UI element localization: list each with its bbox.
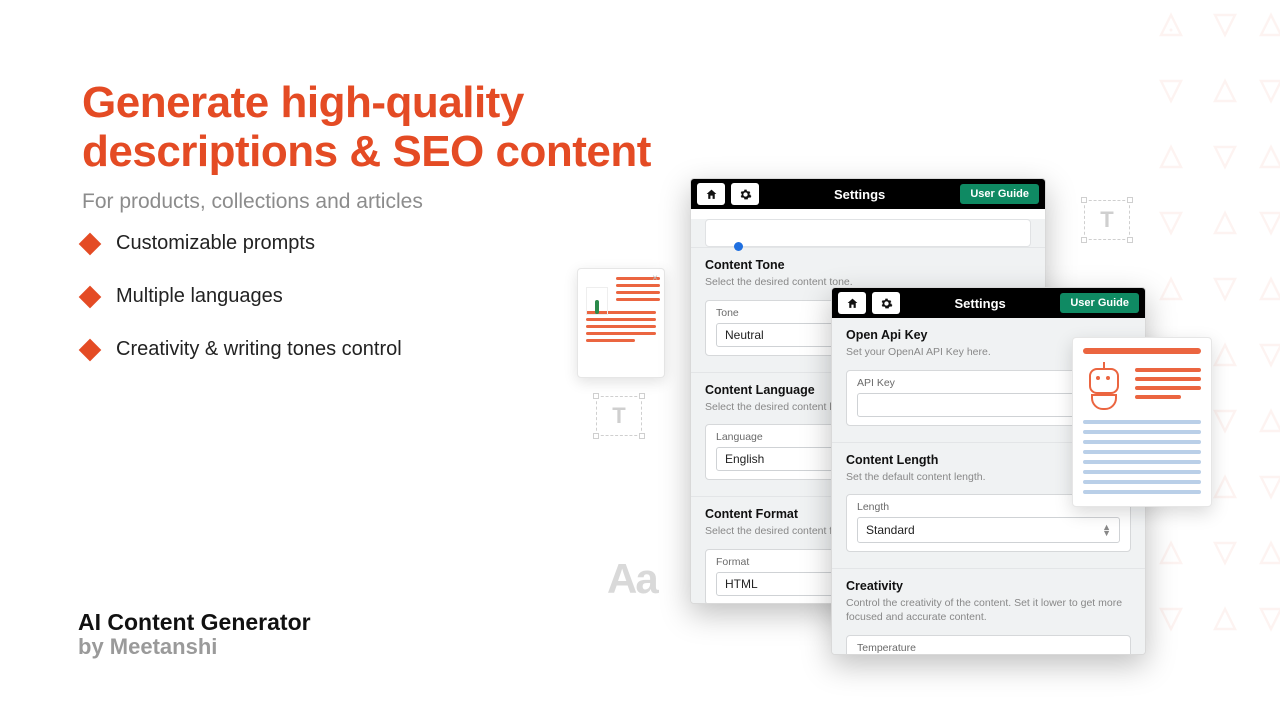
length-select[interactable]: Standard ▲▼ (857, 517, 1120, 543)
text-frame-icon: T (596, 396, 642, 436)
document-thumbnail: × (577, 268, 665, 378)
temperature-field: Temperature (846, 635, 1131, 655)
bot-document-thumbnail (1072, 337, 1212, 507)
plant-thumbnail-icon (586, 287, 608, 315)
gear-icon (739, 188, 752, 201)
home-icon (705, 188, 718, 201)
robot-icon (1083, 366, 1125, 410)
headline: Generate high-quality descriptions & SEO… (82, 78, 722, 177)
settings-button[interactable] (731, 183, 759, 205)
titlebar: Settings User Guide (832, 288, 1145, 318)
brand-block: AI Content Generator by Meetanshi (78, 609, 311, 660)
window-title: Settings (906, 296, 1054, 311)
blank-panel (705, 219, 1031, 247)
gear-icon (880, 297, 893, 310)
close-icon: × (652, 273, 658, 284)
length-value: Standard (866, 523, 915, 537)
subheadline: For products, collections and articles (82, 190, 423, 214)
home-button[interactable] (838, 292, 866, 314)
bullet-item: Multiple languages (82, 285, 402, 308)
feature-bullets: Customizable prompts Multiple languages … (82, 232, 402, 361)
titlebar: Settings User Guide (691, 179, 1045, 209)
brand-title: AI Content Generator (78, 609, 311, 636)
section-title-creativity: Creativity (846, 579, 1131, 593)
bullet-text: Multiple languages (116, 285, 283, 308)
brand-byline: by Meetanshi (78, 634, 311, 660)
section-desc-creativity: Control the creativity of the content. S… (846, 597, 1131, 624)
stepper-icon: ▲▼ (1102, 524, 1111, 536)
bullet-text: Customizable prompts (116, 232, 315, 255)
home-button[interactable] (697, 183, 725, 205)
bullet-text: Creativity & writing tones control (116, 338, 402, 361)
diamond-icon (79, 338, 102, 361)
section-title-tone: Content Tone (705, 258, 1031, 272)
diamond-icon (79, 232, 102, 255)
home-icon (846, 297, 859, 310)
typography-icon: Aa (607, 555, 657, 603)
user-guide-button[interactable]: User Guide (960, 184, 1039, 204)
user-guide-button[interactable]: User Guide (1060, 293, 1139, 313)
bullet-item: Creativity & writing tones control (82, 338, 402, 361)
diamond-icon (79, 285, 102, 308)
bullet-item: Customizable prompts (82, 232, 402, 255)
window-title: Settings (765, 187, 954, 202)
settings-button[interactable] (872, 292, 900, 314)
temperature-label: Temperature (857, 642, 1120, 654)
text-frame-icon: T (1084, 200, 1130, 240)
